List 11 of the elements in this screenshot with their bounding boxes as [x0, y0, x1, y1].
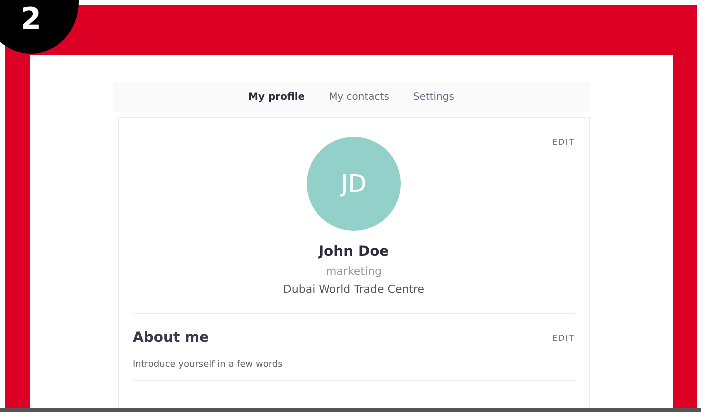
- tab[interactable]: My contacts: [329, 92, 390, 102]
- section-title: About me: [133, 330, 210, 346]
- about-text: Introduce yourself in a few words: [133, 360, 284, 370]
- tab[interactable]: Settings: [413, 92, 454, 102]
- user-role: marketing: [326, 265, 382, 278]
- edit-button[interactable]: EDIT: [552, 138, 575, 147]
- user-name: John Doe: [318, 244, 390, 260]
- tab[interactable]: My profile: [248, 92, 306, 102]
- user-location: Dubai World Trade Centre: [283, 283, 425, 296]
- edit-button[interactable]: EDIT: [552, 334, 575, 342]
- avatar: JD: [307, 137, 401, 231]
